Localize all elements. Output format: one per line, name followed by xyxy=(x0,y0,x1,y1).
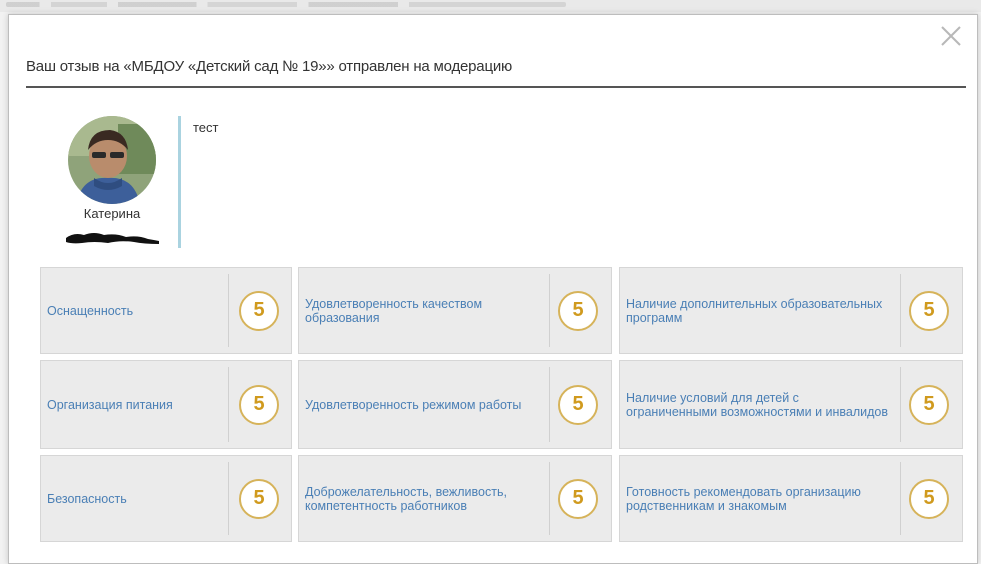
score-badge: 5 xyxy=(239,384,279,425)
card-separator xyxy=(228,462,229,535)
rating-label: Удовлетворенность качеством образования xyxy=(305,296,483,325)
rating-label: Удовлетворенность режимом работы xyxy=(305,397,522,412)
blurred-background-text xyxy=(6,2,566,7)
score-badge: 5 xyxy=(909,384,949,425)
close-icon[interactable] xyxy=(937,22,965,50)
rating-card: Наличие дополнительных образовательных п… xyxy=(619,267,963,354)
rating-label: Готовность рекомендовать организацию род… xyxy=(626,484,861,513)
rating-card: Оснащенность 5 xyxy=(40,267,292,354)
rating-card: Наличие условий для детей с ограниченным… xyxy=(619,360,963,449)
card-separator xyxy=(549,367,550,442)
score-badge: 5 xyxy=(909,478,949,519)
user-photo-icon xyxy=(68,116,156,204)
header-divider xyxy=(26,86,966,88)
rating-card: Удовлетворенность качеством образования … xyxy=(298,267,612,354)
rating-label: Организация питания xyxy=(47,397,173,412)
score-badge: 5 xyxy=(909,290,949,331)
modal-title: Ваш отзыв на «МБДОУ «Детский сад № 19»» … xyxy=(26,58,513,75)
rating-label: Доброжелательность, вежливость, компетен… xyxy=(305,484,507,513)
rating-card: Безопасность 5 xyxy=(40,455,292,542)
rating-card: Удовлетворенность режимом работы 5 xyxy=(298,360,612,449)
score-badge: 5 xyxy=(239,478,279,519)
rating-card: Готовность рекомендовать организацию род… xyxy=(619,455,963,542)
rating-label: Безопасность xyxy=(47,491,127,506)
score-badge: 5 xyxy=(558,384,598,425)
score-badge: 5 xyxy=(239,290,279,331)
background-page-strip xyxy=(0,0,981,12)
score-badge: 5 xyxy=(558,478,598,519)
card-separator xyxy=(549,274,550,347)
card-separator xyxy=(228,274,229,347)
score-badge: 5 xyxy=(558,290,598,331)
rating-card: Доброжелательность, вежливость, компетен… xyxy=(298,455,612,542)
rating-label: Оснащенность xyxy=(47,303,134,318)
review-text: тест xyxy=(193,120,219,135)
redacted-text-scribble xyxy=(66,233,159,244)
rating-label: Наличие условий для детей с ограниченным… xyxy=(626,390,889,419)
card-separator xyxy=(228,367,229,442)
reviewer-name: Катерина xyxy=(83,206,141,221)
avatar xyxy=(68,116,156,204)
card-separator xyxy=(900,462,901,535)
rating-card: Организация питания 5 xyxy=(40,360,292,449)
card-separator xyxy=(549,462,550,535)
rating-label: Наличие дополнительных образовательных п… xyxy=(626,296,883,325)
card-separator xyxy=(900,367,901,442)
card-separator xyxy=(900,274,901,347)
review-divider xyxy=(178,116,181,248)
